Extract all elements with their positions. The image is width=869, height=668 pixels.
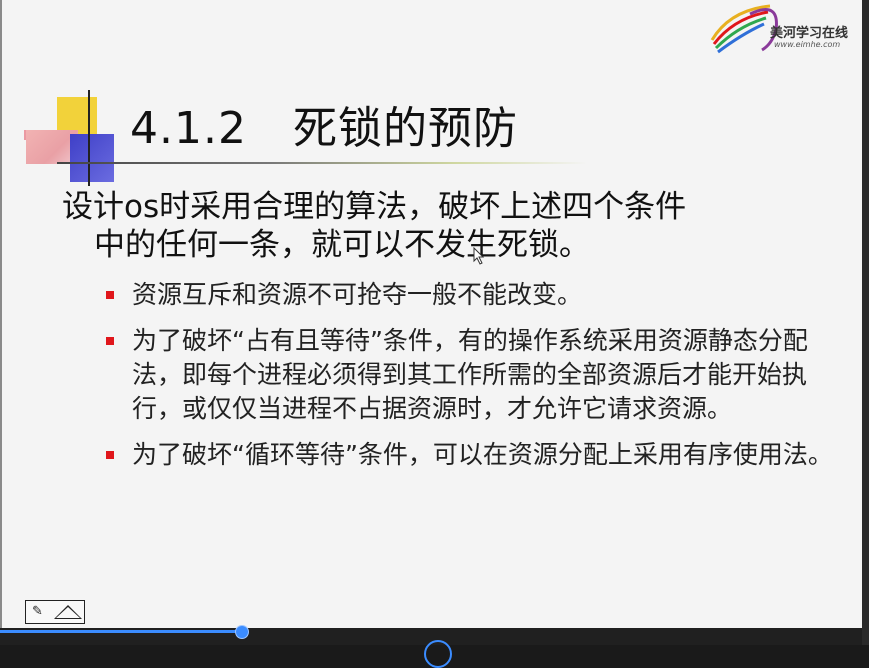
bullet-square-icon <box>106 291 114 299</box>
title-underline <box>57 162 587 164</box>
playback-scrubber-knob[interactable] <box>235 625 249 639</box>
logo-name: 美河学习在线 <box>770 26 849 41</box>
deco-blue-square <box>70 134 114 182</box>
bullet-text: 资源互斥和资源不可抢夺一般不能改变。 <box>132 280 583 309</box>
slide: 4.1.2 死锁的预防 美河学习在线 www.eimhe.com 设计os时采用合… <box>0 0 864 628</box>
slide-nav-control[interactable]: ✎ <box>25 600 85 624</box>
title-text: 死锁的预防 <box>292 103 518 154</box>
intro-line-1: 设计os时采用合理的算法，破坏上述四个条件 <box>62 189 687 225</box>
triangle-up-icon[interactable] <box>54 605 82 619</box>
bullet-list: 资源互斥和资源不可抢夺一般不能改变。 为了破坏“占有且等待”条件，有的操作系统采… <box>106 278 846 484</box>
pen-icon[interactable]: ✎ <box>32 604 43 619</box>
play-button-icon[interactable] <box>424 640 452 668</box>
list-item: 为了破坏“占有且等待”条件，有的操作系统采用资源静态分配法，即每个进程必须得到其… <box>106 324 846 426</box>
bullet-square-icon <box>106 451 114 459</box>
logo-url: www.eimhe.com <box>774 40 841 49</box>
intro-line-2: 中的任何一条，就可以不发生死锁。 <box>94 227 590 263</box>
list-item: 资源互斥和资源不可抢夺一般不能改变。 <box>106 278 846 312</box>
list-item: 为了破坏“循环等待”条件，可以在资源分配上采用有序使用法。 <box>106 438 846 472</box>
title-number: 4.1.2 <box>130 103 247 154</box>
deco-vertical-line <box>88 90 90 186</box>
slide-title: 4.1.2 死锁的预防 <box>130 92 518 156</box>
bullet-text: 为了破坏“循环等待”条件，可以在资源分配上采用有序使用法。 <box>132 440 833 469</box>
playback-progress-bar[interactable] <box>0 630 241 633</box>
window-right-edge <box>862 0 869 645</box>
intro-paragraph: 设计os时采用合理的算法，破坏上述四个条件 中的任何一条，就可以不发生死锁。 <box>62 188 832 264</box>
bullet-text: 为了破坏“占有且等待”条件，有的操作系统采用资源静态分配法，即每个进程必须得到其… <box>132 326 808 423</box>
bullet-square-icon <box>106 337 114 345</box>
mouse-cursor-icon <box>473 247 485 265</box>
